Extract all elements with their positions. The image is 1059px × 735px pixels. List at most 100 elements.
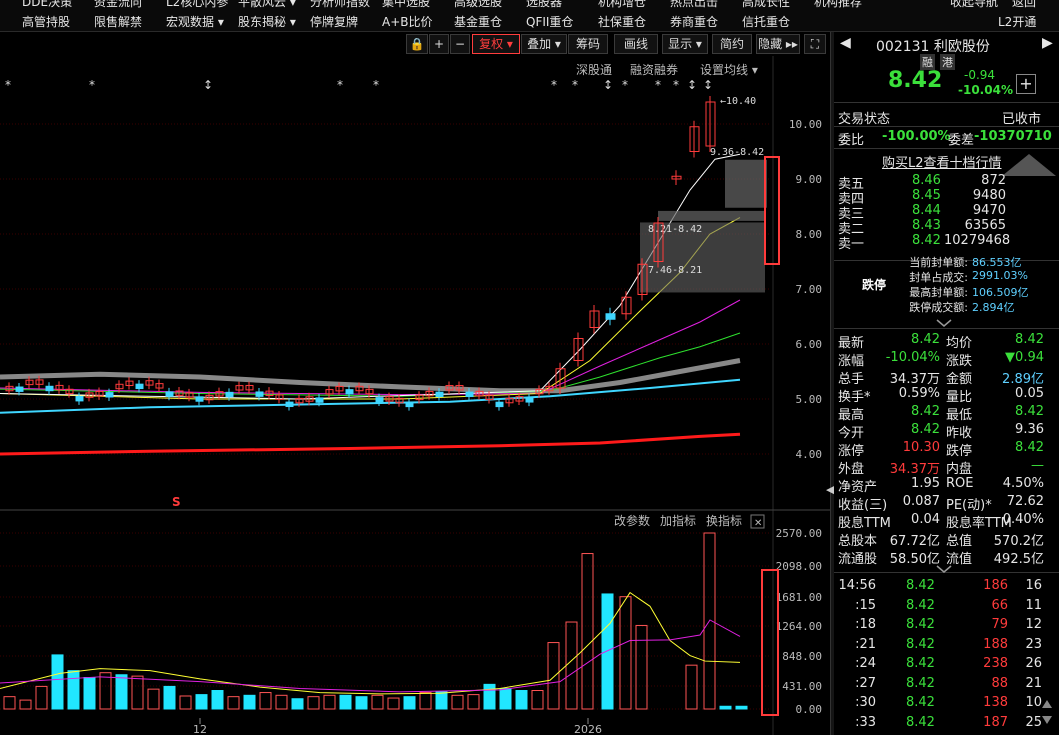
kline-chart[interactable]: 10.00 9.00 8.00 7.00 6.00 5.00 4.00 * * ↕ * * * * ↕ * * *… [0, 56, 830, 735]
chevron-down-icon[interactable] [929, 318, 959, 328]
tick-vol-0: 186 [983, 578, 1008, 593]
menu-item-r1-1[interactable]: 资金流向 [94, 0, 142, 10]
tick-time-2: :18 [855, 617, 876, 632]
add-watchlist-button[interactable]: + [1016, 74, 1036, 94]
menu-item-r1-10[interactable]: 高成长性 [742, 0, 790, 10]
sell-price-1: 8.45 [912, 188, 941, 203]
tick-time-5: :27 [855, 675, 876, 691]
back-link[interactable]: 返回 [1012, 0, 1036, 10]
menu-item-r2-3[interactable]: 股东揭秘 ▾ [238, 13, 296, 30]
quote-value-a-9: 0.087 [902, 494, 940, 509]
tick-count-1: 11 [1025, 597, 1042, 613]
volume-bar-27 [435, 691, 448, 710]
volume-bar-8 [131, 675, 144, 710]
fuquan-button[interactable]: 复权 ▾ [472, 34, 520, 54]
candle-body-37 [375, 397, 384, 403]
overlay-button[interactable]: 叠加 ▾ [521, 34, 567, 54]
tick-price-2: 8.42 [906, 617, 935, 632]
highlight-box-price [764, 156, 780, 265]
quote-value-b-0: 8.42 [1015, 332, 1044, 347]
vol-gaicanshu-button[interactable]: 改参数 [614, 513, 650, 528]
menu-item-r2-8[interactable]: 社保重仓 [598, 13, 646, 30]
menu-item-r1-0[interactable]: DDE决策 [22, 0, 72, 10]
menu-item-r1-11[interactable]: 机构推荐 [814, 0, 862, 10]
candle-body-19 [195, 396, 204, 402]
quote-label-b-8: ROE [946, 476, 974, 491]
limit-tag: 跌停 [862, 278, 887, 292]
tick-time-0: 14:56 [838, 578, 876, 593]
tick-count-7: 25 [1025, 714, 1042, 730]
hide-button[interactable]: 隐藏 ▸▸ [756, 34, 800, 54]
fullscreen-icon[interactable]: ⛶ [804, 34, 826, 54]
lock-icon[interactable]: 🔒 [406, 34, 428, 54]
menu-item-r2-6[interactable]: 基金重仓 [454, 13, 502, 30]
rally-body-3 [605, 313, 616, 320]
event-marker-12: ↕ [703, 78, 713, 92]
menu-item-r2-9[interactable]: 券商重仓 [670, 13, 718, 30]
menu-item-r1-2[interactable]: L2核心内参 [166, 0, 228, 10]
chevron-down-icon-2[interactable] [929, 564, 959, 574]
menu-item-r1-8[interactable]: 机构增仓 [598, 0, 646, 10]
volume-bar-17 [275, 694, 288, 710]
vol-jiazhibiao-button[interactable]: 加指标 [660, 513, 696, 528]
limit-value-3: 2.894亿 [972, 301, 1015, 314]
menu-item-r2-7[interactable]: QFII重仓 [526, 13, 573, 30]
buy-l2-link[interactable]: 购买L2查看十档行情 [882, 152, 1002, 171]
volume-bar-33 [531, 690, 544, 710]
quote-value-a-2: 34.37万 [889, 372, 940, 387]
collapse-nav-link[interactable]: 收起导航 [950, 0, 998, 10]
menu-item-r2-2[interactable]: 宏观数据 ▾ [166, 13, 224, 30]
vol-tick-4: 848.00 [782, 650, 822, 663]
tick-count-2: 12 [1025, 617, 1042, 632]
menu-item-r1-7[interactable]: 选股器 [526, 0, 562, 10]
quote-value-b-3: 0.05 [1015, 386, 1044, 401]
quote-value-a-0: 8.42 [911, 332, 940, 347]
menu-item-r2-5[interactable]: A+B比价 [382, 13, 433, 30]
vol-huanzhibiao-button[interactable]: 换指标 [706, 513, 742, 528]
quote-label-b-1: 涨跌 [946, 354, 973, 369]
chart-toolbar: 🔒 + − 复权 ▾ 叠加 ▾ 筹码 画线 显示 ▾ 简约 隐藏 ▸▸ ⛶ [0, 34, 830, 56]
event-marker-6: * [572, 78, 578, 92]
l2-open-link[interactable]: L2开通 [998, 13, 1036, 30]
candle-body-1 [15, 386, 24, 392]
zoom-out-button[interactable]: − [450, 34, 470, 54]
menu-item-r2-10[interactable]: 信托重仓 [742, 13, 790, 30]
volume-bar-40 [685, 664, 698, 710]
display-button[interactable]: 显示 ▾ [662, 34, 708, 54]
quote-value-b-12: 492.5亿 [993, 552, 1044, 567]
x-tick-label-1: 2026 [574, 723, 602, 735]
sell-vol-0: 872 [981, 173, 1006, 188]
simple-button[interactable]: 简约 [712, 34, 752, 54]
limit-label-2: 最高封单额: [909, 286, 968, 299]
menu-item-r1-5[interactable]: 集中选股 [382, 0, 430, 10]
quote-label-b-7: 内盘 [946, 462, 973, 477]
chip-block-2 [658, 210, 766, 221]
price-annotation-0: ←10.40 [720, 96, 756, 107]
scroll-arrows-icon[interactable] [1040, 697, 1054, 727]
zoom-in-button[interactable]: + [429, 34, 449, 54]
price-annotation-1: 9.36-8.42 [710, 147, 764, 158]
menu-item-r1-9[interactable]: 热点出击 [670, 0, 718, 10]
menu-item-r1-4[interactable]: 分析师指数 [310, 0, 370, 10]
expand-arrow-icon[interactable] [1002, 154, 1056, 190]
volume-bar-22 [355, 696, 368, 710]
prev-stock-icon[interactable]: ◀ [840, 35, 851, 51]
menu-item-r2-0[interactable]: 高管持股 [22, 13, 70, 30]
menu-item-r1-3[interactable]: 平散风云 ▾ [238, 0, 296, 10]
menu-item-r1-6[interactable]: 高级选股 [454, 0, 502, 10]
candle-body-7 [75, 396, 84, 402]
volume-bar-4 [67, 670, 80, 710]
chips-button[interactable]: 筹码 [568, 34, 608, 54]
draw-line-button[interactable]: 画线 [614, 34, 658, 54]
tick-price-1: 8.42 [906, 597, 935, 613]
limit-label-1: 封单占成交: [909, 271, 968, 284]
menu-item-r2-1[interactable]: 限售解禁 [94, 13, 142, 30]
next-stock-icon[interactable]: ▶ [1042, 35, 1053, 51]
limit-label-0: 当前封单额: [909, 256, 968, 269]
tick-time-4: :24 [855, 656, 876, 671]
vol-tick-6: 0.00 [796, 703, 823, 716]
price-tick-3: 7.00 [796, 283, 823, 296]
menu-item-r2-4[interactable]: 停牌复牌 [310, 13, 358, 30]
price-annotation-3: 7.46-8.21 [648, 265, 702, 276]
event-marker-9: * [655, 78, 661, 92]
